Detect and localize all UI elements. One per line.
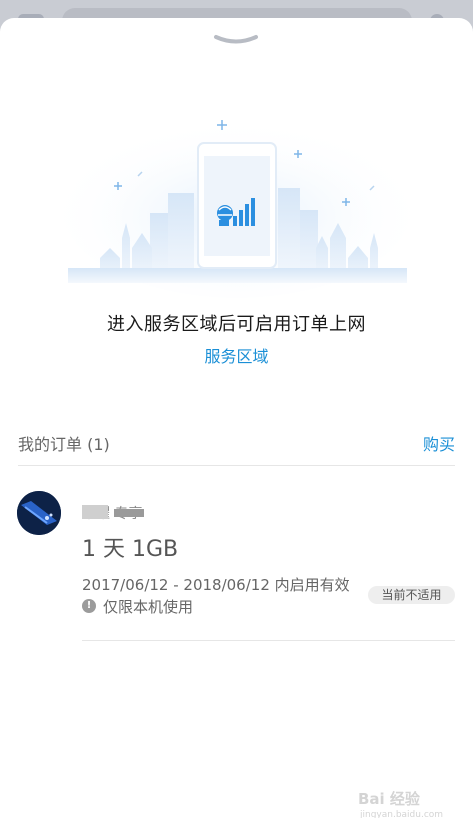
order-list-item[interactable]: 荣耀 专享 1 天 1GB 2017/06/12 - 2018/06/12 内启… bbox=[0, 473, 473, 623]
blurred-text bbox=[82, 505, 108, 519]
orders-header: 我的订单 (1) 购买 bbox=[18, 431, 455, 455]
baidu-jingyan-watermark: Bai 经验 jingyan.baidu.com bbox=[358, 790, 444, 818]
status-badge: 当前不适用 bbox=[368, 586, 455, 604]
divider bbox=[18, 465, 455, 466]
order-validity: 2017/06/12 - 2018/06/12 内启用有效 bbox=[82, 576, 350, 594]
divider bbox=[82, 640, 455, 641]
orders-bottom-sheet: 进入服务区域后可启用订单上网 服务区域 我的订单 (1) 购买 荣耀 专享 1 … bbox=[0, 18, 473, 818]
order-product-image bbox=[17, 491, 61, 535]
order-restriction-note: 仅限本机使用 bbox=[103, 598, 194, 616]
blurred-text bbox=[114, 509, 144, 517]
service-region-message: 进入服务区域后可启用订单上网 bbox=[107, 314, 366, 335]
orders-title: 我的订单 (1) bbox=[18, 435, 110, 454]
exclamation-icon: ! bbox=[82, 599, 96, 613]
service-region-link[interactable]: 服务区域 bbox=[0, 343, 473, 367]
order-plan: 1 天 1GB bbox=[82, 537, 179, 562]
buy-button[interactable]: 购买 bbox=[423, 431, 455, 455]
service-region-illustration bbox=[62, 118, 412, 298]
chevron-down-icon[interactable] bbox=[212, 32, 260, 50]
